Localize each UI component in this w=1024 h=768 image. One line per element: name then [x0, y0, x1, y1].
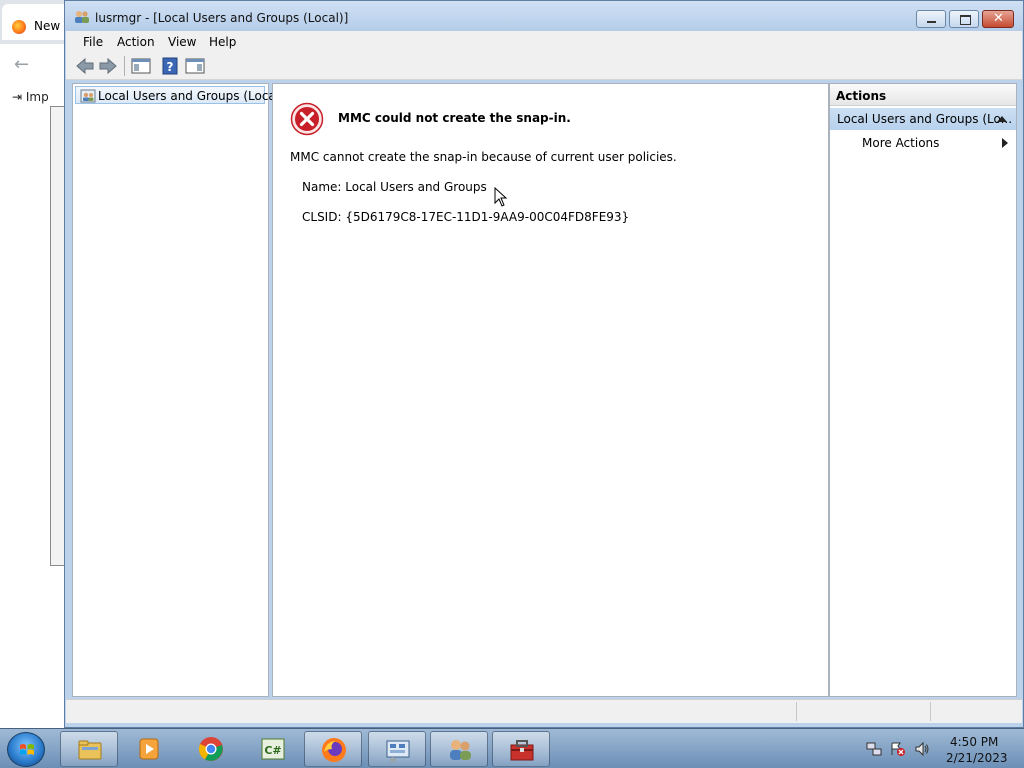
toolbox-icon [510, 740, 534, 761]
csharp-icon: C# [261, 738, 285, 760]
toolbar-separator [124, 56, 125, 76]
title-bar[interactable]: lusrmgr - [Local Users and Groups (Local… [65, 1, 1023, 31]
svg-text:C#: C# [264, 744, 281, 757]
error-message: MMC cannot create the snap-in because of… [290, 150, 677, 164]
menu-view[interactable]: View [168, 35, 196, 49]
status-divider [796, 702, 797, 721]
window-title: lusrmgr - [Local Users and Groups (Local… [95, 11, 349, 25]
actions-header-label: Actions [836, 89, 887, 103]
browser-tab[interactable]: New T [2, 4, 72, 40]
background-browser-window: New T ← ⇥ Imp [0, 0, 72, 728]
svg-text:?: ? [167, 60, 174, 74]
lusrmgr-window: lusrmgr - [Local Users and Groups (Local… [64, 0, 1024, 728]
users-icon [75, 11, 89, 23]
back-arrow-icon[interactable]: ← [14, 54, 29, 75]
minimize-button[interactable] [916, 10, 946, 28]
back-arrow-icon[interactable] [74, 56, 96, 76]
taskbar-firefox[interactable] [304, 731, 362, 767]
taskbar-users[interactable] [430, 731, 488, 767]
maximize-button[interactable] [949, 10, 979, 28]
explorer-icon [78, 740, 102, 760]
error-snapin-name: Name: Local Users and Groups [302, 180, 487, 194]
start-button[interactable] [7, 732, 45, 767]
taskbar-explorer[interactable] [60, 731, 118, 767]
console-tree-pane: Local Users and Groups (Local) [72, 83, 284, 697]
close-icon: ✕ [993, 11, 1004, 26]
mouse-cursor-icon [494, 187, 508, 207]
action-center-warning-icon[interactable] [890, 741, 906, 757]
volume-icon[interactable] [914, 741, 930, 757]
forward-arrow-icon[interactable] [97, 56, 119, 76]
actions-group-local-users[interactable]: Local Users and Groups (Lo... [830, 108, 1016, 130]
clock-date[interactable]: 2/21/2023 [946, 751, 1008, 765]
submenu-arrow-icon [1002, 138, 1008, 148]
result-pane: MMC could not create the snap-in. MMC ca… [272, 83, 829, 697]
tree-item-label: Local Users and Groups (Local) [98, 89, 284, 103]
menu-file[interactable]: File [83, 35, 103, 49]
menu-help[interactable]: Help [209, 35, 236, 49]
show-hide-console-tree-icon[interactable] [130, 56, 152, 76]
tree-item-local-users-and-groups[interactable]: Local Users and Groups (Local) [75, 86, 284, 104]
clock-time[interactable]: 4:50 PM [950, 735, 998, 749]
windows-logo-icon [20, 744, 34, 755]
help-icon[interactable]: ? [159, 56, 181, 76]
actions-group-label: Local Users and Groups (Lo... [837, 112, 1013, 126]
error-title: MMC could not create the snap-in. [338, 111, 571, 125]
menu-action[interactable]: Action [117, 35, 155, 49]
close-button[interactable]: ✕ [982, 10, 1014, 28]
taskbar-csharp[interactable]: C# [244, 731, 302, 767]
import-link[interactable]: ⇥ Imp [12, 90, 49, 104]
users-icon [450, 740, 471, 760]
actions-pane: Actions Local Users and Groups (Lo... Mo… [829, 83, 1017, 697]
users-icon [80, 89, 96, 103]
control-panel-icon [386, 740, 410, 763]
media-player-icon [139, 738, 159, 760]
network-icon[interactable] [866, 741, 882, 757]
firefox-icon [12, 20, 26, 34]
taskbar-control-panel[interactable] [368, 731, 426, 767]
taskbar-media-player[interactable] [120, 731, 178, 767]
status-bar [66, 699, 1022, 723]
chrome-icon [198, 737, 223, 761]
taskbar: C# 4:50 PM 2/21/2023 [0, 728, 1024, 768]
error-clsid: CLSID: {5D6179C8-17EC-11D1-9AA9-00C04FD8… [302, 210, 630, 224]
more-actions-item[interactable]: More Actions [862, 136, 939, 150]
browser-tabstrip: New T [0, 0, 72, 44]
error-icon [290, 102, 324, 136]
taskbar-toolbox[interactable] [492, 731, 550, 767]
collapse-arrow-icon[interactable] [997, 116, 1007, 122]
status-divider [930, 702, 931, 721]
toolbar: ? [66, 52, 1022, 80]
show-hide-action-pane-icon[interactable] [184, 56, 206, 76]
menu-bar: File Action View Help [66, 31, 1022, 52]
actions-header: Actions [830, 84, 1016, 106]
taskbar-chrome[interactable] [182, 731, 240, 767]
firefox-icon [322, 738, 346, 762]
import-label: Imp [25, 90, 49, 104]
